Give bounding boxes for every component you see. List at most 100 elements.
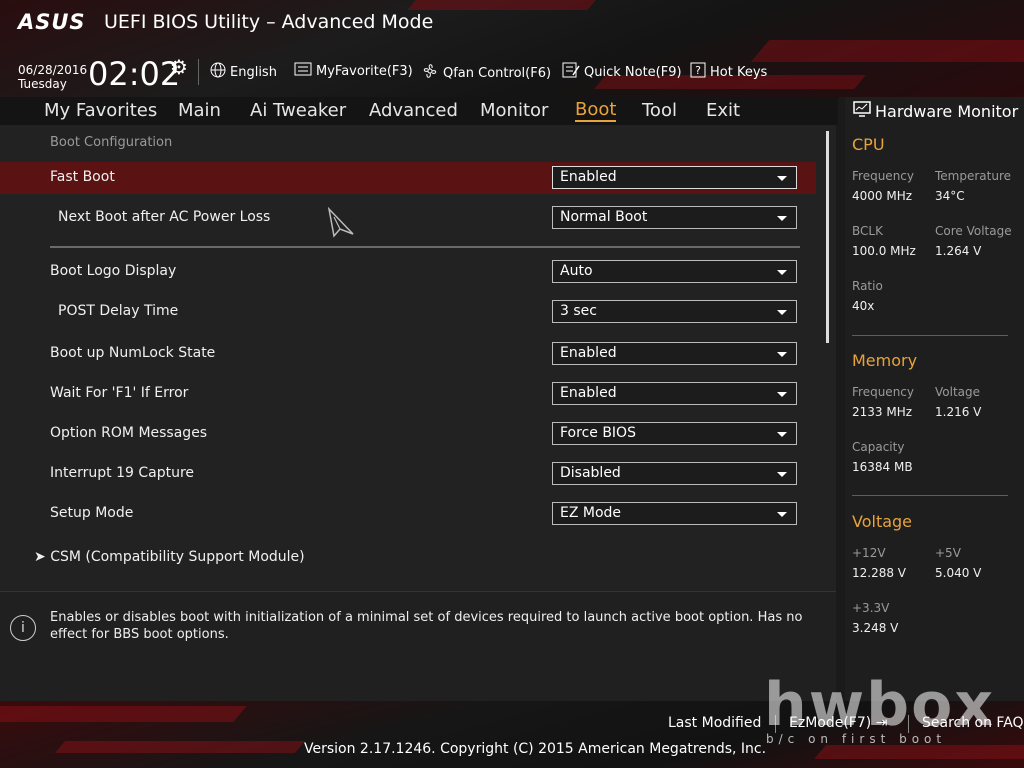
tab-main[interactable]: Main bbox=[178, 100, 221, 121]
v12-label: +12V bbox=[852, 546, 886, 560]
memory-capacity-label: Capacity bbox=[852, 440, 905, 454]
ez-mode-label: EzMode(F7) bbox=[789, 715, 872, 731]
language-button[interactable]: English bbox=[210, 62, 277, 82]
ac-power-loss-dropdown[interactable]: Normal Boot bbox=[552, 206, 797, 229]
dropdown-value: Auto bbox=[560, 263, 593, 279]
last-modified-button[interactable]: Last Modified bbox=[668, 715, 761, 731]
memory-heading: Memory bbox=[852, 351, 918, 370]
note-icon bbox=[562, 62, 580, 82]
favorite-icon bbox=[294, 62, 312, 80]
hotkeys-button[interactable]: ? Hot Keys bbox=[690, 62, 767, 82]
dropdown-arrow-icon bbox=[777, 352, 787, 357]
fan-icon bbox=[421, 62, 439, 84]
monitor-divider bbox=[852, 335, 1008, 336]
language-label: English bbox=[230, 64, 277, 80]
wait-f1-dropdown[interactable]: Enabled bbox=[552, 382, 797, 405]
dropdown-arrow-icon bbox=[777, 176, 787, 181]
cpu-temperature-value: 34°C bbox=[935, 189, 965, 203]
tab-ai-tweaker[interactable]: Ai Tweaker bbox=[250, 100, 346, 121]
qfan-button[interactable]: Qfan Control(F6) bbox=[421, 62, 551, 84]
setting-label: Fast Boot bbox=[50, 169, 115, 185]
header-decoration bbox=[750, 40, 1024, 62]
help-icon: ? bbox=[690, 62, 706, 82]
setting-row-fast-boot[interactable]: Fast Boot Enabled bbox=[0, 162, 816, 194]
footer-bar: Last Modified EzMode(F7) ⇥ Search on FAQ… bbox=[0, 701, 1024, 768]
csm-label: CSM (Compatibility Support Module) bbox=[50, 549, 305, 565]
quicknote-button[interactable]: Quick Note(F9) bbox=[562, 62, 682, 82]
cpu-frequency-label: Frequency bbox=[852, 169, 914, 183]
setting-label: Boot Logo Display bbox=[50, 263, 177, 279]
setting-row-wait-f1[interactable]: Wait For 'F1' If Error Enabled bbox=[0, 378, 816, 410]
dropdown-arrow-icon bbox=[777, 216, 787, 221]
footer-divider bbox=[775, 715, 776, 733]
memory-capacity-value: 16384 MB bbox=[852, 460, 913, 474]
gear-icon[interactable]: ⚙ bbox=[170, 55, 188, 79]
setting-row-post-delay[interactable]: POST Delay Time 3 sec bbox=[0, 296, 816, 328]
dropdown-arrow-icon bbox=[777, 512, 787, 517]
ratio-value: 40x bbox=[852, 299, 875, 313]
header-bar: ASUS UEFI BIOS Utility – Advanced Mode 0… bbox=[0, 0, 1024, 97]
section-title: Boot Configuration bbox=[50, 135, 173, 150]
setting-label: Boot up NumLock State bbox=[50, 345, 216, 361]
setting-row-ac-power-loss[interactable]: Next Boot after AC Power Loss Normal Boo… bbox=[0, 202, 816, 234]
setting-label: Wait For 'F1' If Error bbox=[50, 385, 189, 401]
cpu-temperature-label: Temperature bbox=[935, 169, 1012, 183]
setting-row-setup-mode[interactable]: Setup Mode EZ Mode bbox=[0, 498, 816, 530]
boot-logo-dropdown[interactable]: Auto bbox=[552, 260, 797, 283]
tab-monitor[interactable]: Monitor bbox=[480, 100, 548, 121]
setup-mode-dropdown[interactable]: EZ Mode bbox=[552, 502, 797, 525]
memory-frequency-value: 2133 MHz bbox=[852, 405, 913, 419]
dropdown-value: Normal Boot bbox=[560, 209, 648, 225]
setting-row-boot-logo[interactable]: Boot Logo Display Auto bbox=[0, 256, 816, 288]
scrollbar[interactable] bbox=[826, 131, 829, 343]
ez-mode-button[interactable]: EzMode(F7) ⇥ bbox=[789, 715, 887, 731]
help-text: Enables or disables boot with initializa… bbox=[50, 610, 803, 642]
dropdown-value: Enabled bbox=[560, 345, 617, 361]
setting-row-numlock[interactable]: Boot up NumLock State Enabled bbox=[0, 338, 816, 370]
myfavorite-button[interactable]: MyFavorite(F3) bbox=[294, 62, 413, 80]
search-faq-button[interactable]: Search on FAQ bbox=[922, 715, 1024, 731]
tab-tool[interactable]: Tool bbox=[642, 100, 677, 121]
tab-exit[interactable]: Exit bbox=[706, 100, 740, 121]
dropdown-value: Enabled bbox=[560, 169, 617, 185]
setting-label: POST Delay Time bbox=[58, 303, 179, 319]
hardware-monitor-panel: Hardware Monitor CPU Frequency Temperatu… bbox=[845, 97, 1024, 701]
date-display: 06/28/2016 Tuesday bbox=[18, 63, 87, 91]
option-rom-dropdown[interactable]: Force BIOS bbox=[552, 422, 797, 445]
footer-decoration bbox=[0, 706, 247, 722]
footer-decoration bbox=[814, 745, 1024, 759]
tab-boot[interactable]: Boot bbox=[575, 100, 617, 122]
cpu-heading: CPU bbox=[852, 135, 885, 154]
exit-icon: ⇥ bbox=[875, 715, 888, 731]
cpu-frequency-value: 4000 MHz bbox=[852, 189, 913, 203]
main-tabs: My Favorites Main Ai Tweaker Advanced Mo… bbox=[0, 97, 838, 125]
memory-voltage-value: 1.216 V bbox=[935, 405, 982, 419]
setting-label: Next Boot after AC Power Loss bbox=[58, 209, 271, 225]
v5-label: +5V bbox=[935, 546, 961, 560]
setting-row-interrupt19[interactable]: Interrupt 19 Capture Disabled bbox=[0, 458, 816, 490]
monitor-icon bbox=[853, 101, 871, 121]
bclk-label: BCLK bbox=[852, 224, 883, 238]
core-voltage-value: 1.264 V bbox=[935, 244, 982, 258]
setting-label: Interrupt 19 Capture bbox=[50, 465, 194, 481]
dropdown-arrow-icon bbox=[777, 392, 787, 397]
tab-advanced[interactable]: Advanced bbox=[369, 100, 458, 121]
csm-submenu-link[interactable]: ➤ CSM (Compatibility Support Module) bbox=[34, 549, 305, 565]
setting-row-option-rom[interactable]: Option ROM Messages Force BIOS bbox=[0, 418, 816, 450]
dropdown-value: Enabled bbox=[560, 385, 617, 401]
date-text: 06/28/2016 bbox=[18, 63, 88, 77]
quicknote-label: Quick Note(F9) bbox=[584, 64, 682, 80]
tab-my-favorites[interactable]: My Favorites bbox=[44, 100, 157, 121]
bclk-value: 100.0 MHz bbox=[852, 244, 916, 258]
dropdown-value: Disabled bbox=[560, 465, 621, 481]
clock-display[interactable]: 02:02 bbox=[88, 55, 180, 93]
globe-icon bbox=[210, 62, 226, 82]
dropdown-arrow-icon bbox=[777, 310, 787, 315]
dropdown-arrow-icon bbox=[777, 472, 787, 477]
fast-boot-dropdown[interactable]: Enabled bbox=[552, 166, 797, 189]
myfavorite-label: MyFavorite(F3) bbox=[316, 63, 413, 79]
post-delay-dropdown[interactable]: 3 sec bbox=[552, 300, 797, 323]
interrupt19-dropdown[interactable]: Disabled bbox=[552, 462, 797, 485]
dropdown-value: EZ Mode bbox=[560, 505, 622, 521]
numlock-dropdown[interactable]: Enabled bbox=[552, 342, 797, 365]
